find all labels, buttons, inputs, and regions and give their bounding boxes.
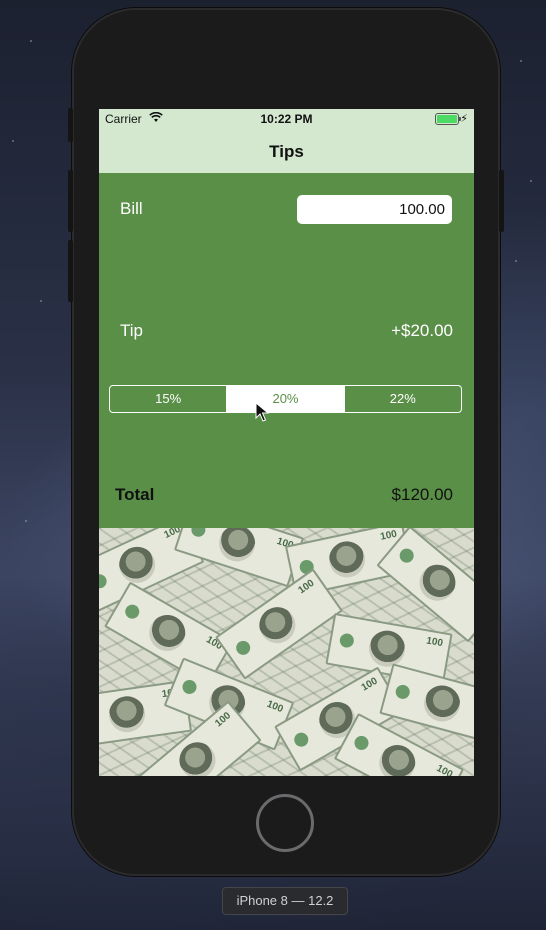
tip-option-22[interactable]: 22% bbox=[343, 386, 461, 412]
total-amount: $120.00 bbox=[391, 485, 453, 504]
mute-switch bbox=[68, 108, 73, 142]
mouse-cursor-icon bbox=[255, 402, 269, 422]
total-label: Total bbox=[115, 485, 155, 504]
volume-down-button bbox=[68, 240, 73, 302]
page-title: Tips bbox=[269, 142, 304, 161]
tip-label: Tip bbox=[120, 321, 143, 340]
home-button[interactable] bbox=[256, 794, 314, 852]
tip-option-15[interactable]: 15% bbox=[110, 386, 226, 412]
volume-up-button bbox=[68, 170, 73, 232]
money-image: 100 100 100 100 100 100 100 100 100 100 … bbox=[99, 528, 474, 776]
navigation-bar: Tips bbox=[99, 129, 474, 174]
status-bar: Carrier 10:22 PM ⚡ bbox=[99, 109, 474, 129]
power-button bbox=[499, 170, 504, 232]
calculator-panel: Bill Tip +$20.00 15% 20% 22% Total $120.… bbox=[99, 173, 474, 528]
status-time: 10:22 PM bbox=[260, 112, 313, 126]
tip-percentage-selector[interactable]: 15% 20% 22% bbox=[109, 385, 462, 413]
simulator-device-label: iPhone 8 — 12.2 bbox=[222, 887, 348, 915]
bolt-icon: ⚡ bbox=[460, 113, 468, 125]
bill-label: Bill bbox=[120, 199, 143, 218]
tip-amount: +$20.00 bbox=[391, 321, 453, 340]
tip-option-20[interactable]: 20% bbox=[226, 386, 344, 412]
battery-icon bbox=[435, 113, 461, 125]
bill-amount-field[interactable] bbox=[297, 195, 452, 224]
app-screen: Carrier 10:22 PM ⚡ Tips Bill Tip +$20.00… bbox=[99, 109, 474, 776]
